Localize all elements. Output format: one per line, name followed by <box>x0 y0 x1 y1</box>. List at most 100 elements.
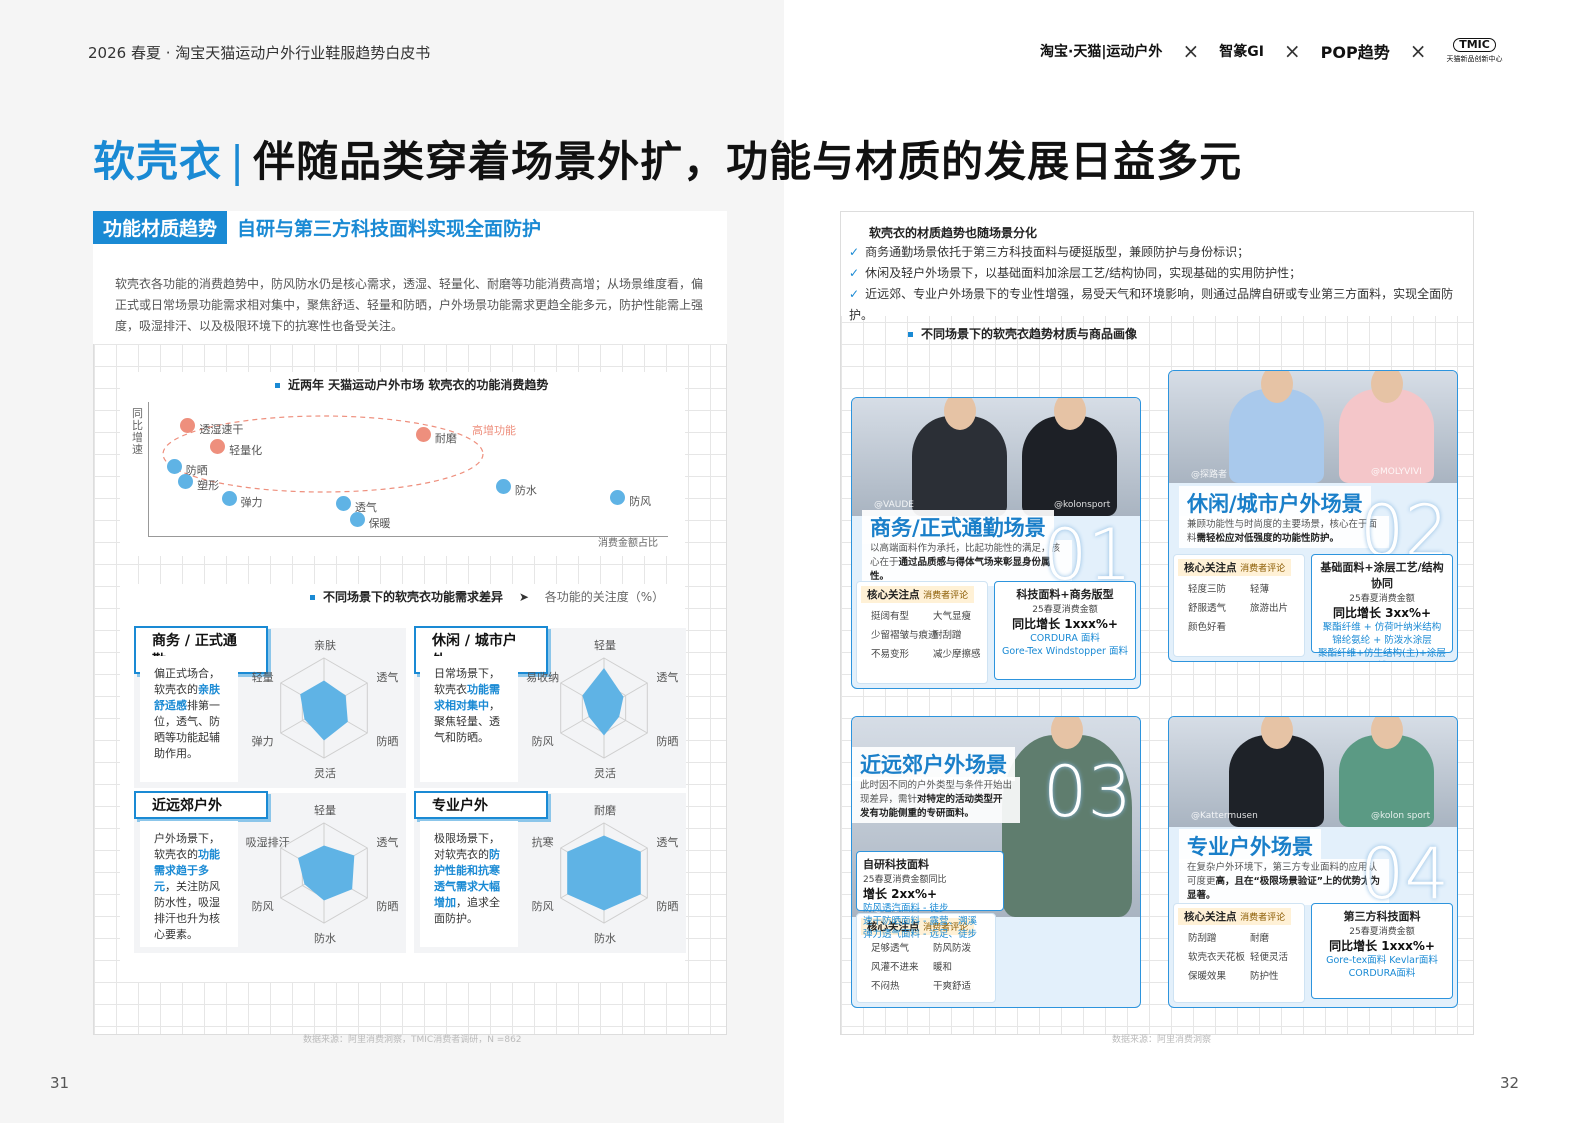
scene-header: 不同场景下的软壳衣功能需求差异 ➤ 各功能的关注度（%） <box>310 588 664 605</box>
radar-chart <box>280 822 368 924</box>
arrow-icon: ➤ <box>518 590 529 604</box>
key-focus-title: 核心关注点 消费者评论 <box>1178 559 1292 576</box>
title-bar: | <box>230 137 246 186</box>
focus-chip: 耐磨 <box>1250 933 1270 944</box>
title-subtitle: 伴随品类穿着场景外扩，功能与材质的发展日益多元 <box>253 137 1243 186</box>
radar-axis-label: 防风 <box>531 735 554 748</box>
radar-area <box>298 845 355 901</box>
radar-chart <box>560 822 648 924</box>
scatter-point <box>415 427 431 443</box>
scatter-point-label: 防水 <box>514 483 537 497</box>
radar-axis-label: 耐磨 <box>594 804 616 817</box>
scene-card-title: 商务/正式通勤场景 <box>862 510 1054 544</box>
radar-axis-label: 灵活 <box>594 767 616 780</box>
tech-sub: 25春夏消费金额 <box>1349 927 1415 937</box>
taobao-tmall-logo: 淘宝·天猫|运动户外 <box>1040 44 1163 60</box>
scatter-plot: 透湿速干 轻量化 耐磨 防晒 塑形 弹力 透气 保暖 防水 防风 <box>120 372 685 556</box>
radar-axis-label: 亲肤 <box>314 639 336 652</box>
radar-chart <box>280 657 368 759</box>
intro-text: 软壳衣各功能的消费趋势中，防风防水仍是核心需求，透湿、轻量化、耐磨等功能消费高增… <box>115 277 704 333</box>
page-number-right: 32 <box>1500 1074 1520 1092</box>
focus-chip: 少留褶皱与痕迹 <box>871 630 938 641</box>
radar-axis-label: 防晒 <box>656 735 679 748</box>
left-tag-row: 功能材质趋势 自研与第三方科技面料实现全面防护 <box>93 211 727 265</box>
scene-card: @Kattermusen @kolon sport 专业户外场景 在复杂户外环境下，第… <box>1168 716 1458 1008</box>
focus-chip: 轻便灵活 <box>1250 952 1289 963</box>
scene-title: 不同场景下的软壳衣功能需求差异 <box>310 590 503 604</box>
product-photo: @VAUDE @kolonsport <box>852 398 1140 516</box>
separator: × <box>1409 39 1427 63</box>
right-bullets: ✓ 商务通勤场景依托于第三方科技面料与硬挺版型，兼顾防护与身份标识； ✓ 休闲及轻户… <box>849 242 1473 326</box>
tech-item: 速干防晒面料 - 露营、溯溪 <box>863 916 977 927</box>
radar-chart <box>560 657 648 759</box>
scatter-point-label: 透湿速干 <box>199 422 244 436</box>
focus-chip: 足够透气 <box>871 943 910 954</box>
radar-axis-label: 轻量 <box>314 804 336 817</box>
radar-axis-label: 防风 <box>251 900 274 913</box>
radar-axis-label: 灵活 <box>314 767 336 780</box>
separator: × <box>1182 39 1200 63</box>
scene-card: @探路者 @MOLYVIVI 休闲/城市户外场景 兼顾功能性与时尚度的主要场景，核心在… <box>1168 370 1458 662</box>
radar-axis-label: 透气 <box>656 836 679 849</box>
tech-fabric-box: 科技面料+商务版型 25春夏消费金额 同比增长 1xxx%+ CORDURA 面料 Go… <box>994 581 1136 680</box>
radar-axis-label: 防晒 <box>376 735 399 748</box>
tech-item: 防风透汽面料 - 徒步 <box>863 903 949 914</box>
scene-card-desc: 在复杂户外环境下，第三方专业面料的应用认可度更高，且在“极限场景验证”上的优势尤… <box>1179 859 1389 905</box>
tmic-logo: TMIC 天猫新品创新中心 <box>1446 38 1503 63</box>
photo-credit: @kolonsport <box>1054 500 1111 510</box>
tech-title: 科技面料+商务版型 <box>1016 588 1114 601</box>
scatter-point <box>210 438 226 454</box>
product-photo: @探路者 @MOLYVIVI <box>1169 371 1457 483</box>
separator: × <box>1283 39 1301 63</box>
tech-fabric-box: 基础面料+涂层工艺/结构协同 25春夏消费金额 同比增长 3xx%+ 聚酯纤维 + 仿… <box>1311 554 1453 659</box>
scene-number: 03 <box>1042 751 1132 833</box>
focus-chip: 防护性 <box>1250 971 1279 982</box>
intro-box: 软壳衣各功能的消费趋势中，防风防水仍是核心需求，透湿、轻量化、耐磨等功能消费高增… <box>93 262 727 344</box>
focus-chip: 干爽舒适 <box>933 981 972 992</box>
tech-growth: 增长 2xx%+ <box>863 887 938 901</box>
model-head <box>1260 717 1293 749</box>
tech-item: Gore-tex面料 Kevlar面料 <box>1326 955 1438 966</box>
scatter-point-label: 保暖 <box>368 517 391 531</box>
check-icon: ✓ <box>849 287 860 301</box>
check-icon: ✓ <box>849 245 860 259</box>
scatter-card: 近两年 天猫运动户外市场 软壳衣的功能消费趋势 同比增速 消费金额占比 高增功能… <box>120 372 685 556</box>
document-title: 2026 春夏 · 淘宝天猫运动户外行业鞋服趋势白皮书 <box>88 44 431 62</box>
radar-axis-label: 防晒 <box>656 900 679 913</box>
tech-item: 聚酯纤维 + 仿荷叶纳米结构 <box>1322 622 1442 633</box>
tech-title: 基础面料+涂层工艺/结构协同 <box>1320 561 1444 590</box>
radar-axis-label: 防风 <box>531 900 554 913</box>
focus-chip: 旅游出片 <box>1250 603 1289 614</box>
focus-chip: 大气显瘦 <box>933 611 972 622</box>
section-tagline: 自研与第三方科技面料实现全面防护 <box>237 218 542 240</box>
radar-axis-label: 透气 <box>376 671 399 684</box>
tech-item: 弹力透气面料 - 远足、徒步 <box>863 929 977 940</box>
scatter-point <box>349 512 365 528</box>
scene-card-desc: 以高端面料作为承托，比起功能性的满足，核心在于通过品质感与得体气场来彰显身份属性… <box>862 540 1072 586</box>
tech-growth: 同比增长 1xxx%+ <box>1012 617 1118 631</box>
section-tag: 功能材质趋势 <box>93 211 228 244</box>
tech-fabric-box: 自研科技面料 25春夏消费金额同比 增长 2xx%+ 防风透汽面料 - 徒步 速干防晒面… <box>856 851 1004 940</box>
radar-axis-label: 弹力 <box>251 735 274 748</box>
scatter-point <box>610 489 626 505</box>
scene-panel: 专业户外 极限场景下，对软壳衣的防护性能和抗寒透气需求大幅增加，追求全面防护。 耐磨… <box>414 791 686 953</box>
right-intro: 软壳衣的材质趋势也随场景分化 ✓ 商务通勤场景依托于第三方科技面料与硬挺版型，兼顾… <box>841 212 1473 322</box>
scatter-point-label: 塑形 <box>197 478 220 492</box>
focus-chip: 不闷热 <box>871 981 900 992</box>
scene-card: @VAUDE @kolonsport 商务/正式通勤场景 以高端面料作为承托，比起功能… <box>851 397 1141 689</box>
focus-chip: 防风防泼 <box>933 943 972 954</box>
radar-area <box>300 680 348 741</box>
focus-chip: 保暖效果 <box>1188 971 1227 982</box>
model-head <box>1370 717 1403 749</box>
model-head <box>1260 371 1293 403</box>
left-footnote: 数据来源：阿里消费洞察，TMIC消费者调研，N =862 <box>303 1035 522 1045</box>
focus-chip: 暖和 <box>933 962 953 973</box>
radar-axis-label: 易收纳 <box>526 671 560 684</box>
focus-chip: 风灌不进来 <box>871 962 919 973</box>
radar-axis-label: 轻量 <box>594 639 616 652</box>
scatter-point-label: 耐磨 <box>434 432 457 446</box>
bullet-item: ✓ 近远郊、专业户外场景下的专业性增强，易受天气和环境影响，则通过品牌自研或专业第… <box>849 287 1454 322</box>
focus-chip: 减少摩擦感 <box>933 649 981 660</box>
radar-axis-label: 防晒 <box>376 900 399 913</box>
scene-panel: 休闲 / 城市户外日常场景下，软壳衣功能需求相对集中，聚焦轻量、透气和防晒。轻量… <box>414 626 686 788</box>
